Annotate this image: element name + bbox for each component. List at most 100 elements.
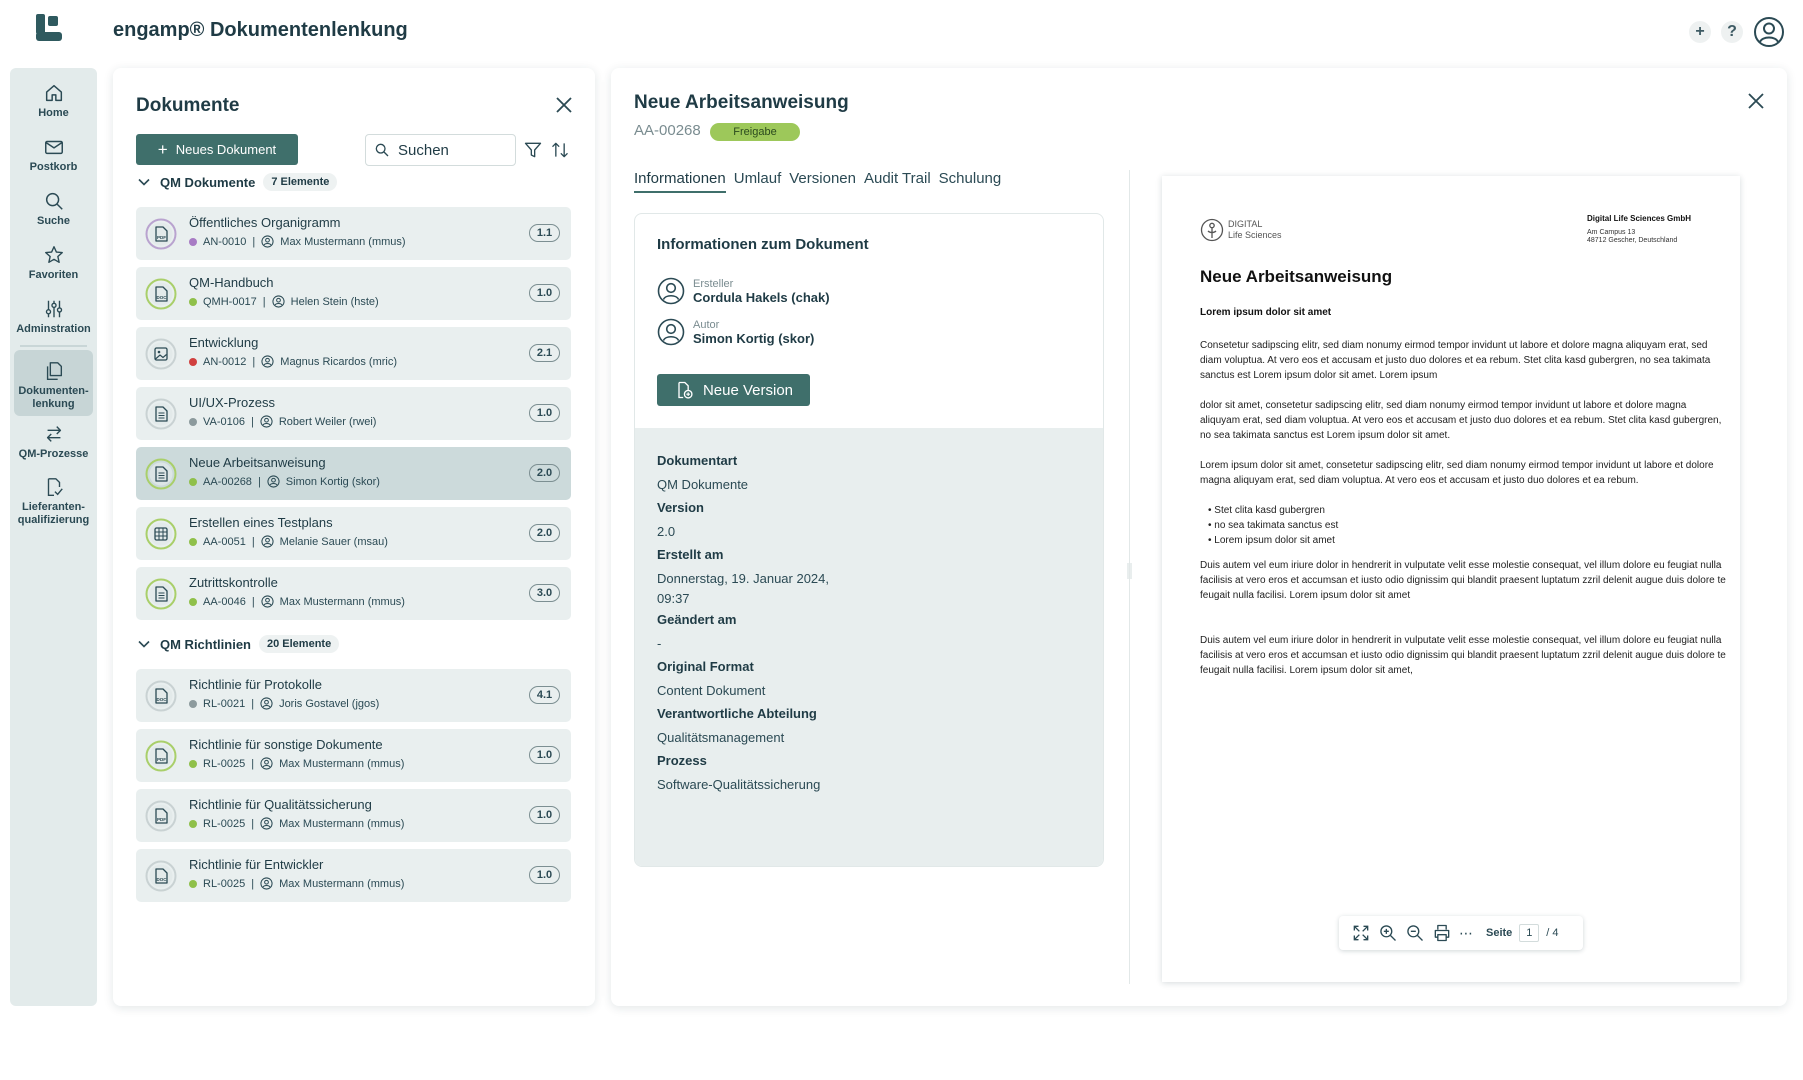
- nav-item-dokumentenlenkung[interactable]: Dokumenten- lenkung: [14, 350, 93, 416]
- detail-tabs: Informationen Umlauf Versionen Audit Tra…: [634, 170, 1001, 193]
- field-value: Donnerstag, 19. Januar 2024, 09:37: [657, 571, 830, 606]
- document-list-item[interactable]: PDF Richtlinie für Qualitätssicherung RL-0…: [136, 789, 571, 842]
- chevron-down-icon: [138, 640, 150, 648]
- nav-item-home[interactable]: Home: [14, 82, 93, 120]
- nav-label-administration: Adminstration: [16, 323, 91, 335]
- document-preview: DIGITAL Life Sciences Digital Life Scien…: [1162, 176, 1740, 982]
- app-logo-icon[interactable]: [34, 12, 66, 44]
- tab-informationen[interactable]: Informationen: [634, 170, 726, 193]
- fullscreen-icon[interactable]: [1351, 923, 1371, 943]
- document-list-item[interactable]: Zutrittskontrolle AA-0046 | Max Mustermann …: [136, 567, 571, 620]
- page-total: / 4: [1546, 927, 1559, 939]
- version-badge: 4.1: [529, 686, 560, 704]
- nav-label-home: Home: [38, 107, 69, 119]
- preview-bullet: no sea takimata sanctus est: [1208, 518, 1338, 533]
- separator: |: [252, 235, 256, 248]
- separator: |: [262, 295, 266, 308]
- preview-subtitle: Lorem ipsum dolor sit amet: [1200, 307, 1332, 318]
- print-icon[interactable]: [1432, 923, 1452, 943]
- status-dot: [189, 537, 197, 546]
- app-title: engamp® Dokumentenlenkung: [113, 19, 408, 41]
- new-version-button[interactable]: Neue Version: [657, 374, 810, 406]
- tab-umlauf[interactable]: Umlauf: [734, 170, 782, 193]
- document-list-item[interactable]: Erstellen eines Testplans AA-0051 | Melanie…: [136, 507, 571, 560]
- document-list-item[interactable]: PDF Öffentliches Organigramm AN-0010 | Max M…: [136, 207, 571, 260]
- close-icon[interactable]: [1745, 90, 1767, 112]
- document-list-item[interactable]: DOC Richtlinie für Entwickler RL-0025 | Max …: [136, 849, 571, 902]
- document-list-item[interactable]: PDF Richtlinie für sonstige Dokumente RL-0…: [136, 729, 571, 782]
- info-card-title: Informationen zum Dokument: [657, 236, 869, 253]
- preview-logo: DIGITAL Life Sciences: [1200, 218, 1282, 242]
- preview-company-block: Digital Life Sciences GmbH Am Campus 13 …: [1587, 214, 1702, 245]
- svg-text:PDF: PDF: [157, 757, 166, 762]
- page-number-input[interactable]: 1: [1519, 924, 1540, 942]
- nav-item-suche[interactable]: Suche: [14, 190, 93, 228]
- document-meta: AN-0010 | Max Mustermann (mmus): [189, 235, 406, 248]
- user-icon: [657, 318, 685, 346]
- document-name: UI/UX-Prozess: [189, 395, 275, 410]
- document-owner: Max Mustermann (mmus): [280, 235, 406, 248]
- document-id: VA-0106: [203, 415, 245, 428]
- tab-versionen[interactable]: Versionen: [789, 170, 856, 193]
- document-list-item[interactable]: Neue Arbeitsanweisung AA-00268 | Simon Kort…: [136, 447, 571, 500]
- document-name: Richtlinie für Entwickler: [189, 857, 324, 872]
- field-label: Verantwortliche Abteilung: [657, 706, 817, 721]
- document-list-item[interactable]: Entwicklung AN-0012 | Magnus Ricardos (mric…: [136, 327, 571, 380]
- zoom-out-icon[interactable]: [1405, 923, 1425, 943]
- sort-icon[interactable]: [550, 140, 570, 160]
- group-header[interactable]: QM Richtlinien 20 Elemente: [136, 635, 340, 653]
- new-document-button[interactable]: + Neues Dokument: [136, 134, 298, 165]
- document-meta: AA-0051 | Melanie Sauer (msau): [189, 535, 388, 548]
- add-button[interactable]: +: [1689, 21, 1711, 43]
- document-owner: Helen Stein (hste): [290, 295, 379, 308]
- resize-handle-icon[interactable]: [1127, 563, 1132, 579]
- field-label: Version: [657, 500, 704, 515]
- nav-item-administration[interactable]: Adminstration: [14, 298, 93, 336]
- more-options-icon[interactable]: ⋯: [1459, 925, 1473, 942]
- document-id: RL-0025: [203, 817, 246, 830]
- preview-address-line1: Am Campus 13: [1587, 229, 1636, 236]
- document-meta: RL-0025 | Max Mustermann (mmus): [189, 877, 404, 890]
- document-name: Erstellen eines Testplans: [189, 515, 333, 530]
- version-badge: 3.0: [529, 584, 560, 602]
- zoom-in-icon[interactable]: [1378, 923, 1398, 943]
- group-count-badge: 7 Elemente: [263, 173, 338, 191]
- document-owner: Max Mustermann (mmus): [279, 595, 405, 608]
- document-meta: AA-0046 | Max Mustermann (mmus): [189, 595, 405, 608]
- document-list-item[interactable]: DOC QM-Handbuch QMH-0017 | Helen Stein (hste…: [136, 267, 571, 320]
- document-meta: VA-0106 | Robert Weiler (rwei): [189, 415, 376, 428]
- version-badge: 1.0: [529, 404, 560, 422]
- nav-item-postkorb[interactable]: Postkorb: [14, 136, 93, 174]
- preview-paragraph: Duis autem vel eum iriure dolor in hendr…: [1200, 560, 1726, 601]
- document-name: Zutrittskontrolle: [189, 575, 278, 590]
- tab-audit-trail[interactable]: Audit Trail: [864, 170, 931, 193]
- nav-item-favoriten[interactable]: Favoriten: [14, 244, 93, 282]
- separator: |: [251, 595, 255, 608]
- document-list-item[interactable]: UI/UX-Prozess VA-0106 | Robert Weiler (rwei…: [136, 387, 571, 440]
- document-meta: RL-0025 | Max Mustermann (mmus): [189, 757, 404, 770]
- documents-panel: Dokumente + Neues Dokument Suchen QM Dok…: [113, 68, 595, 1006]
- nav-item-qm-prozesse[interactable]: QM-Prozesse: [14, 423, 93, 461]
- user-account-icon[interactable]: [1753, 16, 1785, 48]
- document-id: RL-0025: [203, 877, 246, 890]
- group-header[interactable]: QM Dokumente 7 Elemente: [136, 173, 338, 191]
- version-badge: 1.0: [529, 866, 560, 884]
- preview-logo-line2: Life Sciences: [1228, 230, 1282, 240]
- tab-schulung[interactable]: Schulung: [939, 170, 1002, 193]
- new-version-label: Neue Version: [702, 381, 794, 399]
- field-value: -: [657, 636, 662, 651]
- preview-paragraph: Duis autem vel eum iriure dolor in hendr…: [1200, 635, 1726, 676]
- nav-label-postkorb: Postkorb: [29, 161, 78, 173]
- close-icon[interactable]: [553, 94, 575, 116]
- preview-company-name: Digital Life Sciences GmbH: [1587, 214, 1692, 223]
- filter-icon[interactable]: [523, 140, 543, 160]
- nav-item-lieferantenqualifizierung[interactable]: Lieferanten- qualifizierung: [14, 476, 93, 527]
- preview-title: Neue Arbeitsanweisung: [1200, 267, 1393, 286]
- user-icon: [260, 817, 273, 830]
- help-button[interactable]: ?: [1721, 21, 1743, 43]
- status-dot: [189, 819, 197, 828]
- document-name: Richtlinie für sonstige Dokumente: [189, 737, 383, 752]
- document-list-item[interactable]: DOC Richtlinie für Protokolle RL-0021 | Jori…: [136, 669, 571, 722]
- search-input[interactable]: Suchen: [365, 134, 516, 166]
- document-meta: RL-0021 | Joris Gostavel (jgos): [189, 697, 379, 710]
